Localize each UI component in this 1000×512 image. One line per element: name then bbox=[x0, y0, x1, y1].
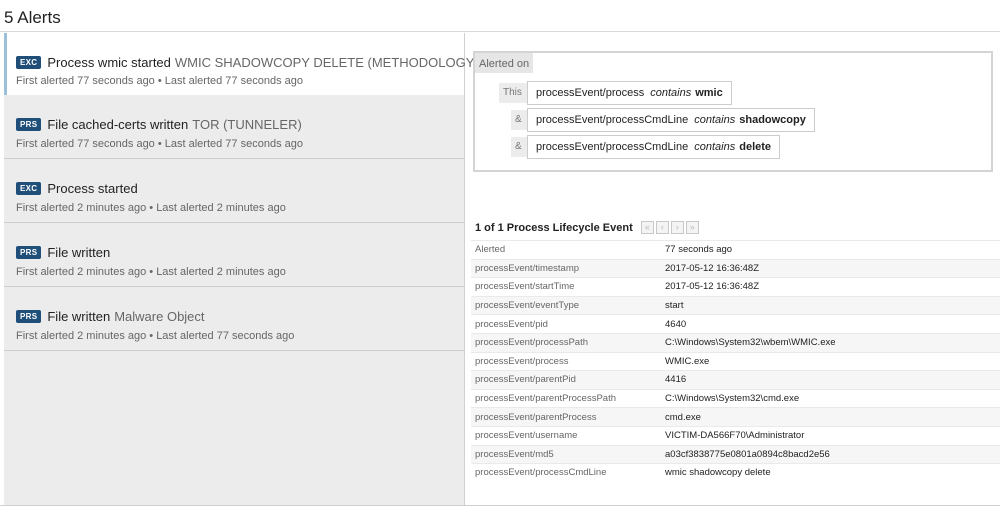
table-row: processEvent/username VICTIM-DA566F70\Adm… bbox=[471, 425, 1000, 445]
event-value: 2017-05-12 16:36:48Z bbox=[665, 262, 760, 274]
event-header: 1 of 1 Process Lifecycle Event « ‹ › » bbox=[475, 221, 701, 234]
alert-times: First alerted 2 minutes ago • Last alert… bbox=[16, 266, 286, 278]
alert-name: File written bbox=[47, 309, 111, 324]
event-value: C:\Windows\System32\cmd.exe bbox=[665, 393, 800, 405]
alert-times: First alerted 2 minutes ago • Last alert… bbox=[16, 202, 286, 214]
table-row: processEvent/eventType start bbox=[471, 295, 1000, 315]
event-key: processEvent/username bbox=[475, 430, 578, 442]
alert-name: File cached-certs written bbox=[47, 117, 189, 132]
alert-list: EXC Process wmic started WMIC SHADOWCOPY… bbox=[4, 33, 479, 505]
bottom-divider bbox=[0, 505, 1000, 506]
alert-type-badge: EXC bbox=[16, 182, 42, 195]
event-key: processEvent/process bbox=[475, 355, 569, 367]
condition-row: & processEvent/processCmdLine contains del… bbox=[511, 135, 781, 159]
condition-operator: contains bbox=[650, 87, 692, 99]
alerted-on-tab[interactable]: Alerted on bbox=[475, 53, 534, 73]
event-key: processEvent/parentProcess bbox=[475, 411, 597, 423]
table-row: processEvent/process WMIC.exe bbox=[471, 351, 1000, 371]
alert-detail: Malware Object bbox=[114, 309, 205, 324]
table-row: processEvent/parentProcessPath C:\Windows… bbox=[471, 388, 1000, 408]
event-value: wmic shadowcopy delete bbox=[665, 467, 771, 479]
event-value: 4416 bbox=[665, 374, 687, 386]
condition-box: processEvent/processCmdLine contains shado… bbox=[527, 108, 815, 132]
event-key: processEvent/parentPid bbox=[475, 374, 576, 386]
alert-item-5[interactable]: PRS File written Malware Object First al… bbox=[4, 287, 464, 351]
event-value: VICTIM-DA566F70\Administrator bbox=[665, 430, 805, 442]
table-row: processEvent/parentPid 4416 bbox=[471, 370, 1000, 389]
next-page-icon[interactable]: › bbox=[670, 221, 684, 234]
alert-item-3[interactable]: EXC Process started First alerted 2 minu… bbox=[4, 159, 464, 223]
alert-item-1[interactable]: EXC Process wmic started WMIC SHADOWCOPY… bbox=[4, 33, 479, 95]
event-value: 77 seconds ago bbox=[665, 244, 733, 256]
alert-name: File written bbox=[47, 245, 111, 260]
event-key: processEvent/startTime bbox=[475, 281, 575, 293]
condition-operator: contains bbox=[694, 114, 736, 126]
event-key: Alerted bbox=[475, 244, 506, 256]
event-key: processEvent/eventType bbox=[475, 300, 580, 312]
prev-page-icon[interactable]: ‹ bbox=[655, 221, 669, 234]
alert-item-4[interactable]: PRS File written First alerted 2 minutes… bbox=[4, 223, 464, 287]
table-row: processEvent/processPath C:\Windows\Syste… bbox=[471, 332, 1000, 352]
alert-detail: WMIC SHADOWCOPY DELETE (METHODOLOGY) bbox=[174, 55, 479, 70]
event-value: a03cf3838775e0801a0894c8bacd2e56 bbox=[665, 448, 830, 460]
event-key: processEvent/md5 bbox=[475, 448, 554, 460]
alert-type-badge: PRS bbox=[16, 310, 42, 323]
table-row: processEvent/processCmdLine wmic shadowco… bbox=[471, 463, 1000, 482]
condition-label: & bbox=[511, 137, 527, 157]
condition-value: delete bbox=[739, 141, 772, 153]
page-title: 5 Alerts bbox=[4, 8, 61, 27]
alert-times: First alerted 2 minutes ago • Last alert… bbox=[16, 330, 295, 342]
event-value: WMIC.exe bbox=[665, 355, 710, 367]
alert-type-badge: EXC bbox=[16, 56, 42, 69]
event-key: processEvent/pid bbox=[475, 318, 548, 330]
title-divider bbox=[0, 31, 1000, 32]
alert-name: Process started bbox=[47, 181, 138, 196]
table-row: processEvent/startTime 2017-05-12 16:36:4… bbox=[471, 277, 1000, 296]
table-row: Alerted 77 seconds ago bbox=[471, 240, 1000, 259]
event-value: C:\Windows\System32\wbem\WMIC.exe bbox=[665, 337, 836, 349]
alert-item-2[interactable]: PRS File cached-certs written TOR (TUNNE… bbox=[4, 95, 464, 159]
table-row: processEvent/md5 a03cf3838775e0801a0894c8… bbox=[471, 444, 1000, 464]
event-value: 2017-05-12 16:36:48Z bbox=[665, 281, 760, 293]
condition-value: wmic bbox=[695, 87, 723, 99]
event-details-table: Alerted 77 seconds ago processEvent/times… bbox=[471, 240, 1000, 482]
condition-operator: contains bbox=[694, 141, 736, 153]
condition-field: processEvent/processCmdLine bbox=[536, 141, 689, 153]
table-row: processEvent/timestamp 2017-05-12 16:36:4… bbox=[471, 258, 1000, 278]
alert-times: First alerted 77 seconds ago • Last aler… bbox=[16, 75, 303, 87]
condition-value: shadowcopy bbox=[739, 114, 806, 126]
event-key: processEvent/parentProcessPath bbox=[475, 393, 616, 405]
condition-field: processEvent/processCmdLine bbox=[536, 114, 689, 126]
event-key: processEvent/processCmdLine bbox=[475, 467, 607, 479]
last-page-icon[interactable]: » bbox=[685, 221, 699, 234]
alert-type-badge: PRS bbox=[16, 118, 42, 131]
alert-name: Process wmic started bbox=[47, 55, 171, 70]
event-value: 4640 bbox=[665, 318, 687, 330]
first-page-icon[interactable]: « bbox=[640, 221, 654, 234]
alert-times: First alerted 77 seconds ago • Last aler… bbox=[16, 138, 303, 150]
condition-row: This processEvent/process contains wmic bbox=[499, 81, 732, 105]
table-row: processEvent/pid 4640 bbox=[471, 314, 1000, 333]
event-value: cmd.exe bbox=[665, 411, 701, 423]
event-value: start bbox=[665, 300, 684, 312]
condition-box: processEvent/process contains wmic bbox=[527, 81, 732, 105]
alert-type-badge: PRS bbox=[16, 246, 42, 259]
alerted-on-panel: Alerted on This processEvent/process cont… bbox=[473, 51, 993, 172]
alert-detail: TOR (TUNNELER) bbox=[192, 117, 302, 132]
condition-label: This bbox=[499, 83, 527, 103]
event-title: 1 of 1 Process Lifecycle Event bbox=[475, 221, 633, 234]
table-row: processEvent/parentProcess cmd.exe bbox=[471, 407, 1000, 426]
condition-box: processEvent/processCmdLine contains delet… bbox=[527, 135, 781, 159]
condition-row: & processEvent/processCmdLine contains sha… bbox=[511, 108, 815, 132]
event-key: processEvent/processPath bbox=[475, 337, 589, 349]
event-key: processEvent/timestamp bbox=[475, 262, 580, 274]
condition-field: processEvent/process bbox=[536, 87, 645, 99]
condition-label: & bbox=[511, 110, 527, 130]
